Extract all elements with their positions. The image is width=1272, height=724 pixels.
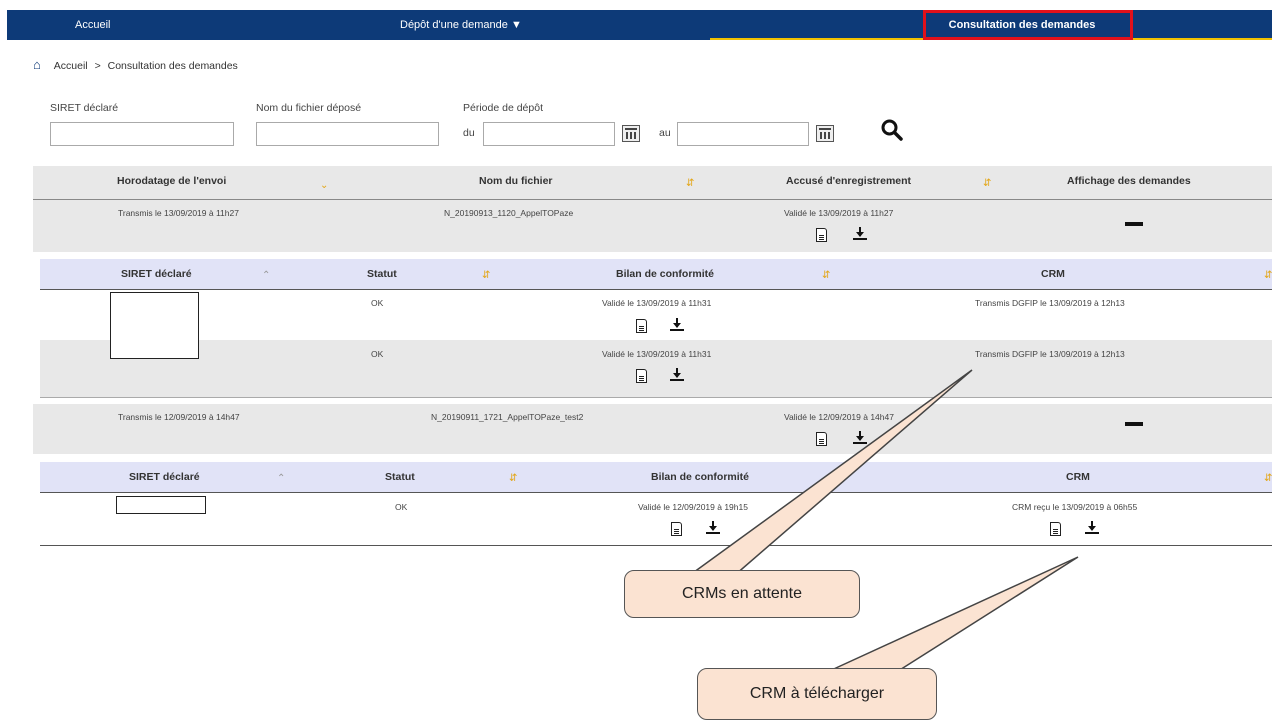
callout-crm-telecharger: CRM à télécharger: [697, 668, 937, 720]
callout-crm-attente: CRMs en attente: [624, 570, 860, 618]
